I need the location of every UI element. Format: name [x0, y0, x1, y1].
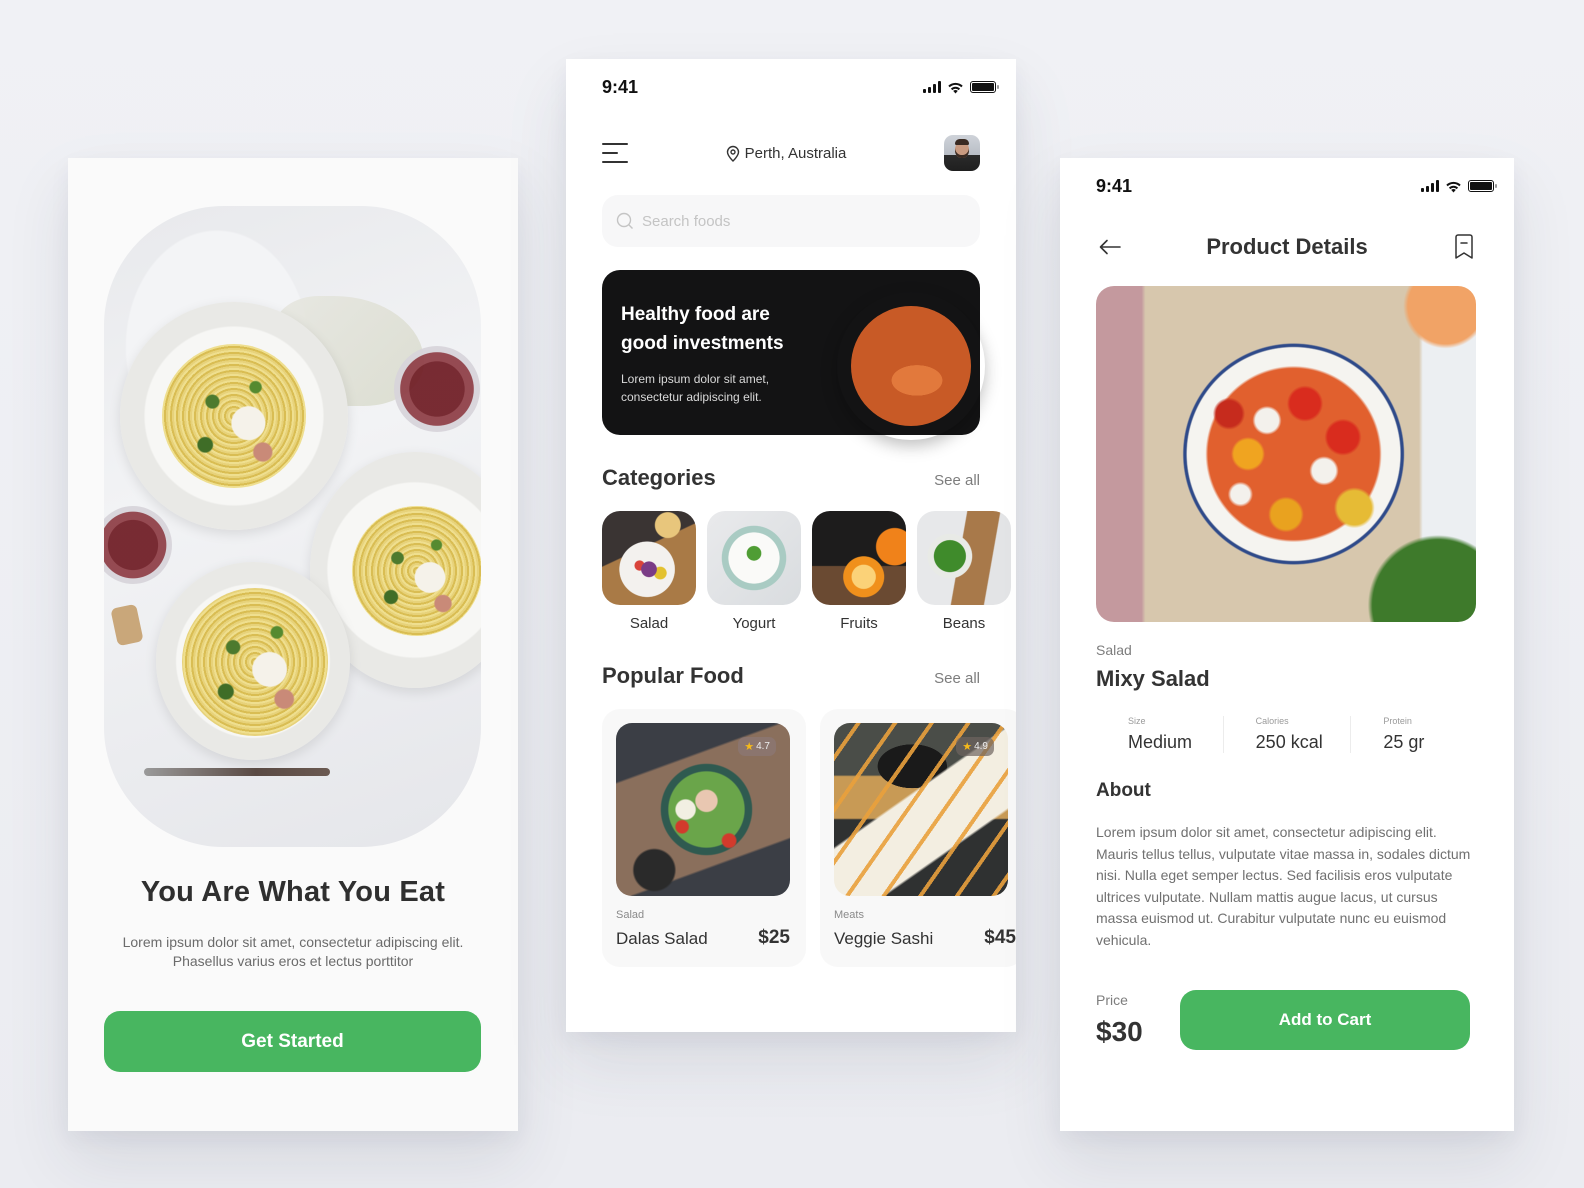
dalas-salad-image: ★ 4.7 — [616, 723, 790, 896]
food-card[interactable]: ★ 4.9 Meats Veggie Sashi $45 — [820, 709, 1016, 967]
popular-food-header: Popular Food See all — [602, 663, 980, 689]
search-icon — [616, 212, 633, 229]
category-salad[interactable]: Salad — [602, 511, 696, 632]
home-screen: 9:41 Perth, Australia Healthy food are g… — [566, 59, 1016, 1032]
star-icon: ★ — [962, 741, 973, 753]
add-to-cart-button[interactable]: Add to Cart — [1180, 990, 1470, 1050]
veggie-sashi-image: ★ 4.9 — [834, 723, 1008, 896]
promo-banner[interactable]: Healthy food are good investments Lorem … — [602, 270, 985, 440]
price-label: Price — [1096, 992, 1128, 1008]
fruits-image — [812, 511, 906, 605]
location-selector[interactable]: Perth, Australia — [726, 144, 847, 162]
status-time: 9:41 — [1096, 175, 1133, 196]
product-name: Mixy Salad — [1096, 666, 1210, 691]
food-category: Salad — [616, 909, 645, 921]
product-specs: Size Medium Calories 250 kcal Protein 25… — [1096, 716, 1478, 753]
pasta — [162, 344, 306, 488]
spec-value: 25 gr — [1383, 732, 1425, 752]
get-started-button[interactable]: Get Started — [104, 1011, 481, 1072]
back-button[interactable] — [1096, 233, 1124, 261]
cellular-signal-icon — [1421, 180, 1439, 192]
arrow-left-icon — [1099, 239, 1121, 255]
banner-description: Lorem ipsum dolor sit amet, consectetur … — [621, 372, 770, 404]
beans-image — [917, 511, 1011, 605]
battery-icon — [970, 81, 999, 93]
onboarding-description: Lorem ipsum dolor sit amet, consectetur … — [122, 934, 464, 969]
food-category: Meats — [834, 909, 864, 921]
salmon-salad-plate-image — [837, 292, 985, 440]
popular-food-heading: Popular Food — [602, 663, 744, 688]
food-price: $45 — [984, 927, 1016, 948]
user-avatar[interactable] — [944, 135, 980, 171]
spec-value: Medium — [1128, 732, 1193, 752]
categories-list: Salad Yogurt Fruits Beans — [602, 511, 1011, 632]
star-icon: ★ — [744, 741, 755, 753]
status-bar: 9:41 — [1096, 174, 1497, 198]
bookmark-button[interactable] — [1450, 233, 1478, 261]
spec-size: Size Medium — [1096, 716, 1223, 753]
hero-pasta-photo — [104, 206, 481, 847]
spec-value: 250 kcal — [1255, 732, 1323, 752]
rating-badge: ★ 4.9 — [956, 737, 994, 756]
product-category: Salad — [1096, 642, 1132, 658]
cellular-signal-icon — [923, 81, 941, 93]
category-yogurt[interactable]: Yogurt — [707, 511, 801, 632]
pasta — [182, 588, 328, 736]
wine-glass — [104, 506, 172, 584]
rating-value: 4.9 — [974, 741, 988, 752]
category-label: Beans — [942, 615, 986, 632]
category-beans[interactable]: Beans — [917, 511, 1011, 632]
spec-label: Size — [1128, 716, 1146, 726]
categories-see-all-link[interactable]: See all — [934, 472, 980, 489]
category-label: Fruits — [840, 615, 878, 632]
about-heading: About — [1096, 780, 1151, 801]
popular-food-list: ★ 4.7 Salad Dalas Salad $25 ★ 4.9 Meats Ve… — [602, 709, 1016, 967]
product-top-bar: Product Details — [1096, 232, 1478, 262]
battery-icon — [1468, 180, 1497, 192]
onboarding-screen: You Are What You Eat Lorem ipsum dolor s… — [68, 158, 518, 1131]
wine-glass — [394, 346, 480, 432]
bookmark-icon — [1455, 234, 1473, 259]
salad-image — [602, 511, 696, 605]
onboarding-title: You Are What You Eat — [140, 876, 446, 908]
rating-value: 4.7 — [756, 741, 770, 752]
spec-protein: Protein 25 gr — [1350, 716, 1478, 753]
rating-badge: ★ 4.7 — [738, 737, 776, 756]
food-card[interactable]: ★ 4.7 Salad Dalas Salad $25 — [602, 709, 806, 967]
categories-header: Categories See all — [602, 465, 980, 491]
fork — [144, 768, 330, 776]
popular-food-see-all-link[interactable]: See all — [934, 670, 980, 687]
category-label: Salad — [629, 615, 669, 632]
food-price: $25 — [758, 927, 790, 948]
about-text: Lorem ipsum dolor sit amet, consectetur … — [1096, 824, 1471, 948]
category-label: Yogurt — [732, 615, 776, 632]
food-name: Dalas Salad — [616, 929, 708, 948]
home-top-bar: Perth, Australia — [602, 135, 980, 171]
yogurt-image — [707, 511, 801, 605]
category-fruits[interactable]: Fruits — [812, 511, 906, 632]
location-pin-icon — [726, 145, 739, 162]
categories-heading: Categories — [602, 465, 716, 490]
search-bar — [602, 195, 980, 247]
spec-label: Protein — [1383, 716, 1412, 726]
pasta — [352, 506, 481, 636]
spec-label: Calories — [1255, 716, 1289, 726]
mixy-salad-photo — [1096, 286, 1476, 622]
location-label: Perth, Australia — [744, 144, 847, 162]
menu-icon[interactable] — [602, 143, 628, 163]
search-input[interactable] — [642, 212, 980, 230]
product-price: $30 — [1096, 1016, 1143, 1047]
wifi-icon — [1446, 181, 1461, 192]
food-name: Veggie Sashi — [834, 929, 934, 948]
status-bar: 9:41 — [602, 75, 999, 99]
banner-title: Healthy food are good investments — [621, 304, 784, 354]
wifi-icon — [948, 82, 963, 93]
wine-cork — [110, 603, 144, 647]
spec-calories: Calories 250 kcal — [1222, 716, 1351, 753]
status-time: 9:41 — [602, 76, 639, 97]
page-title: Product Details — [1206, 234, 1368, 259]
product-details-screen: 9:41 Product Details Salad Mixy Salad Si… — [1060, 158, 1514, 1131]
